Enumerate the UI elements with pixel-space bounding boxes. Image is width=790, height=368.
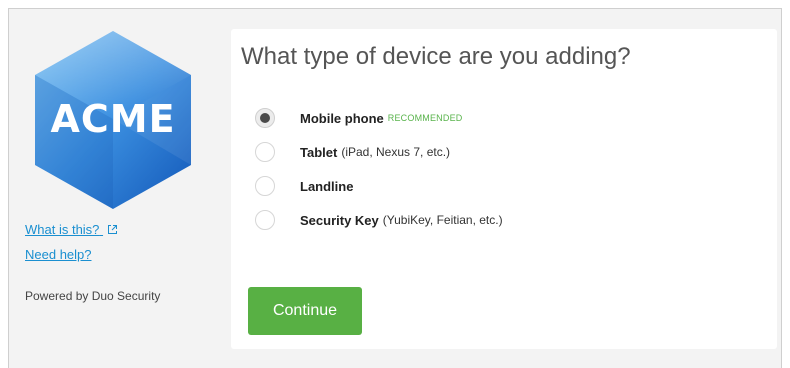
radio-landline[interactable] <box>255 176 275 196</box>
login-frame: ACME What is this? Need help? Powered by… <box>8 8 782 368</box>
sidebar: ACME What is this? Need help? Powered by… <box>9 9 229 368</box>
option-detail: (iPad, Nexus 7, etc.) <box>341 145 451 159</box>
device-options: Mobile phone RECOMMENDED Tablet (iPad, N… <box>255 101 503 237</box>
logo-text: ACME <box>50 97 176 141</box>
what-is-this-label: What is this? <box>25 222 100 237</box>
device-panel: What type of device are you adding? Mobi… <box>231 29 777 349</box>
continue-button[interactable]: Continue <box>248 287 362 335</box>
external-link-icon <box>107 223 118 238</box>
need-help-link[interactable]: Need help? <box>25 247 92 262</box>
option-tablet[interactable]: Tablet (iPad, Nexus 7, etc.) <box>255 135 503 169</box>
powered-by-text: Powered by Duo Security <box>25 289 161 303</box>
option-label: Mobile phone <box>300 110 384 126</box>
radio-security-key[interactable] <box>255 210 275 230</box>
recommended-badge: RECOMMENDED <box>387 113 463 123</box>
option-detail: (YubiKey, Feitian, etc.) <box>382 213 503 227</box>
option-label: Landline <box>300 178 354 194</box>
option-landline[interactable]: Landline <box>255 169 503 203</box>
option-label: Security Key <box>300 212 379 228</box>
acme-logo: ACME <box>29 27 197 213</box>
radio-mobile-phone[interactable] <box>255 108 275 128</box>
option-mobile-phone[interactable]: Mobile phone RECOMMENDED <box>255 101 503 135</box>
radio-tablet[interactable] <box>255 142 275 162</box>
page-title: What type of device are you adding? <box>241 43 631 70</box>
option-label: Tablet <box>300 144 338 160</box>
what-is-this-link[interactable]: What is this? <box>25 222 118 238</box>
option-security-key[interactable]: Security Key (YubiKey, Feitian, etc.) <box>255 203 503 237</box>
